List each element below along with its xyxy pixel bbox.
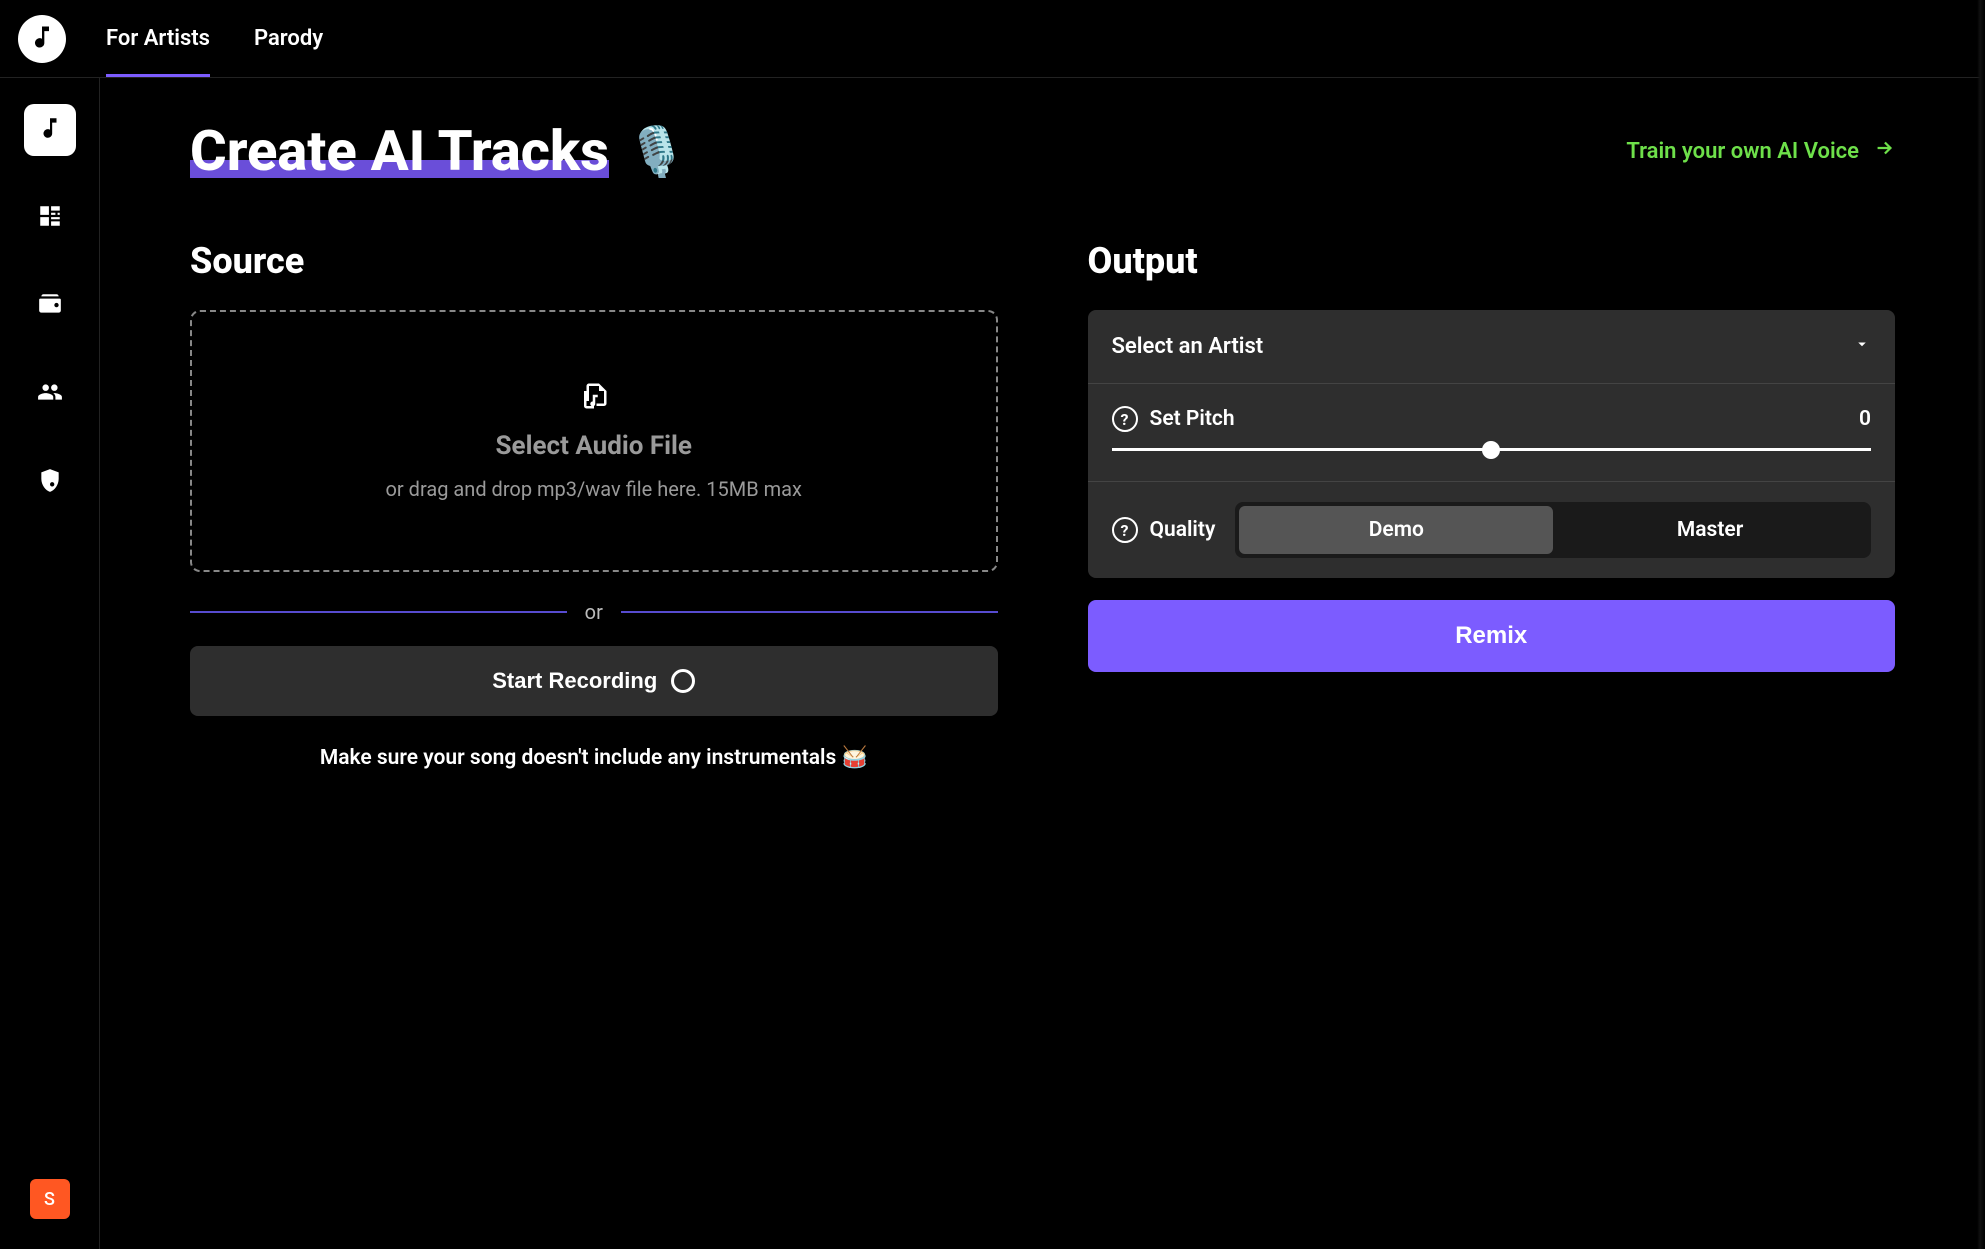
source-heading: Source	[190, 240, 998, 282]
dropzone-title: Select Audio File	[496, 431, 692, 461]
remix-label: Remix	[1455, 622, 1527, 649]
audio-file-icon	[579, 381, 609, 415]
pitch-value: 0	[1859, 407, 1871, 431]
or-divider: or	[190, 600, 998, 624]
help-icon[interactable]: ?	[1112, 406, 1138, 432]
pitch-label-group: ? Set Pitch	[1112, 406, 1235, 432]
output-heading: Output	[1088, 240, 1896, 282]
start-recording-button[interactable]: Start Recording	[190, 646, 998, 716]
train-voice-link[interactable]: Train your own AI Voice	[1626, 137, 1895, 165]
main-content: Create AI Tracks 🎙️ Train your own AI Vo…	[100, 78, 1985, 1249]
or-label: or	[585, 600, 603, 624]
sidebar-item-dashboard[interactable]	[24, 192, 76, 244]
sidebar-user: S	[30, 1179, 70, 1219]
top-tabs: For Artists Parody	[106, 0, 323, 77]
divider-line	[621, 611, 998, 613]
instrumental-hint: Make sure your song doesn't include any …	[190, 746, 998, 770]
music-note-icon	[37, 115, 63, 145]
dropzone-subtitle: or drag and drop mp3/wav file here. 15MB…	[386, 477, 802, 501]
chevron-down-icon	[1853, 334, 1871, 359]
sidebar-item-wallet[interactable]	[24, 280, 76, 332]
quality-option-master[interactable]: Master	[1553, 506, 1867, 554]
people-icon	[37, 379, 63, 409]
output-panel: Select an Artist ? Set Pitch 0	[1088, 310, 1896, 578]
record-circle-icon	[671, 669, 695, 693]
artist-select[interactable]: Select an Artist	[1088, 310, 1896, 384]
tab-parody[interactable]: Parody	[254, 0, 323, 77]
quality-label: Quality	[1150, 518, 1216, 542]
train-link-label: Train your own AI Voice	[1626, 139, 1859, 164]
help-icon[interactable]: ?	[1112, 517, 1138, 543]
sidebar-item-create[interactable]	[24, 104, 76, 156]
app-logo[interactable]	[18, 15, 66, 63]
quality-option-demo[interactable]: Demo	[1239, 506, 1553, 554]
audio-dropzone[interactable]: Select Audio File or drag and drop mp3/w…	[190, 310, 998, 572]
pitch-header: ? Set Pitch 0	[1112, 406, 1872, 432]
arrow-right-icon	[1873, 137, 1895, 165]
columns: Source Select Audio File or drag and dro…	[190, 240, 1895, 770]
sidebar-item-security[interactable]	[24, 456, 76, 508]
remix-button[interactable]: Remix	[1088, 600, 1896, 672]
option-label: Master	[1677, 518, 1743, 542]
sidebar: S	[0, 78, 100, 1249]
sidebar-item-community[interactable]	[24, 368, 76, 420]
avatar-letter: S	[44, 1189, 55, 1210]
record-label: Start Recording	[492, 668, 657, 694]
quality-label-group: ? Quality	[1112, 517, 1216, 543]
output-column: Output Select an Artist ? Set Pitch	[1088, 240, 1896, 770]
grid-plus-icon	[37, 203, 63, 233]
tab-label: Parody	[254, 26, 323, 51]
shield-icon	[37, 467, 63, 497]
slider-thumb[interactable]	[1482, 441, 1500, 459]
wallet-icon	[37, 291, 63, 321]
source-column: Source Select Audio File or drag and dro…	[190, 240, 998, 770]
divider-line	[190, 611, 567, 613]
tab-label: For Artists	[106, 26, 210, 51]
page-title: Create AI Tracks 🎙️	[190, 118, 687, 184]
pitch-label: Set Pitch	[1150, 407, 1235, 431]
page-title-text: Create AI Tracks	[190, 118, 609, 184]
user-avatar[interactable]: S	[30, 1179, 70, 1219]
quality-toggle: Demo Master	[1235, 502, 1871, 558]
artist-select-label: Select an Artist	[1112, 334, 1264, 359]
pitch-section: ? Set Pitch 0	[1088, 384, 1896, 482]
pitch-slider[interactable]	[1112, 448, 1872, 451]
quality-section: ? Quality Demo Master	[1088, 482, 1896, 578]
tab-for-artists[interactable]: For Artists	[106, 0, 210, 77]
microphone-emoji: 🎙️	[627, 123, 687, 180]
top-nav: For Artists Parody	[0, 0, 1985, 78]
music-note-icon	[28, 23, 56, 55]
page-header: Create AI Tracks 🎙️ Train your own AI Vo…	[190, 118, 1895, 184]
option-label: Demo	[1369, 518, 1424, 542]
